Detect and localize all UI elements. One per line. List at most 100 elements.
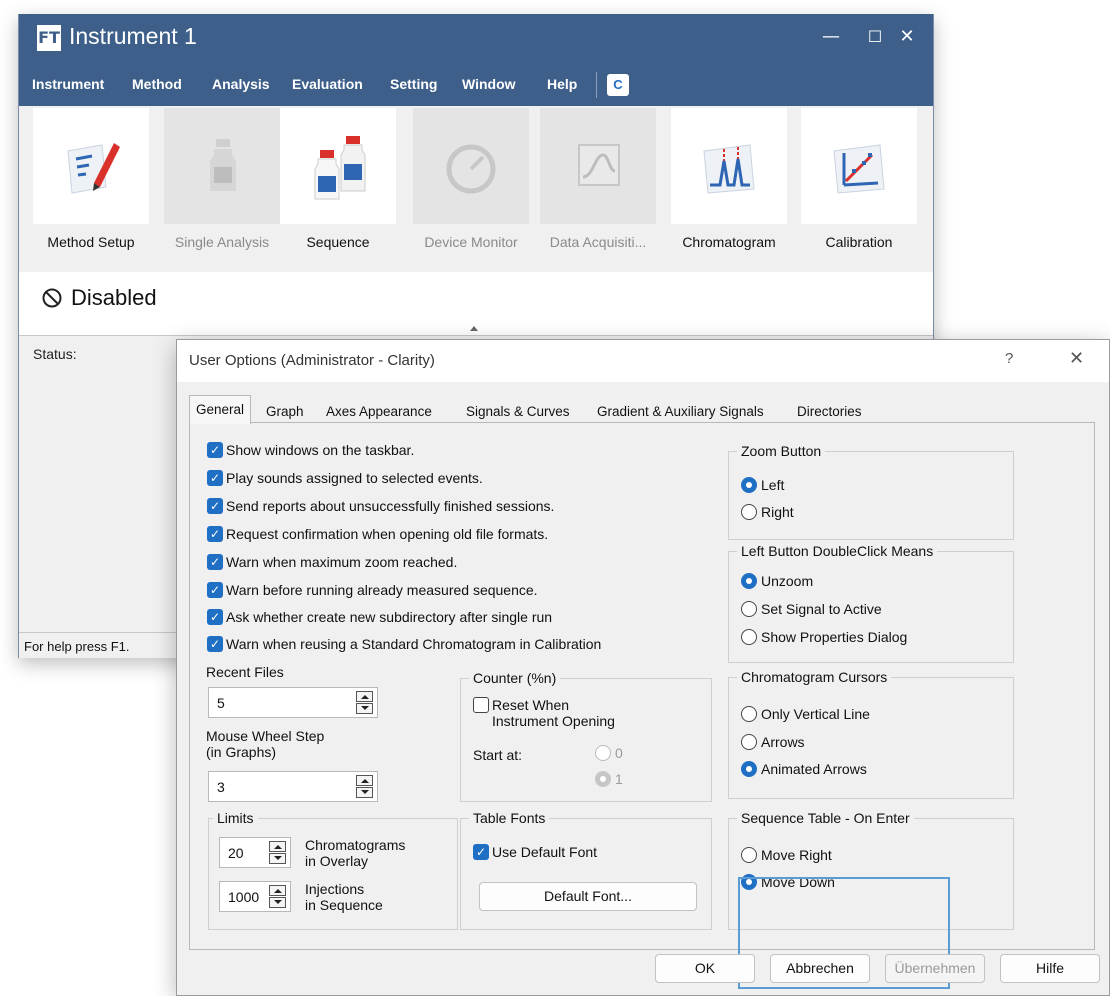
zoom-button-group: Zoom Button Left Right	[728, 443, 1014, 540]
ok-button[interactable]: OK	[655, 954, 755, 983]
stepper-down-icon[interactable]	[269, 897, 286, 908]
show-taskbar-checkbox[interactable]: ✓ Show windows on the taskbar.	[207, 442, 414, 458]
tab-axes-appearance[interactable]: Axes Appearance	[326, 399, 432, 423]
minimize-button[interactable]: —	[809, 22, 853, 52]
single-analysis-button[interactable]: Single Analysis	[164, 108, 280, 268]
data-acquisition-button[interactable]: Data Acquisiti...	[540, 108, 656, 268]
data-acquisition-label: Data Acquisiti...	[549, 234, 647, 250]
stepper-buttons[interactable]	[269, 885, 286, 908]
chromatograms-label: Chromatograms	[305, 837, 406, 853]
start-at-1-radio[interactable]: 1	[595, 771, 623, 787]
status-label: Status:	[33, 346, 77, 362]
stepper-buttons[interactable]	[356, 691, 373, 714]
mouse-wheel-stepper[interactable]: 3	[208, 771, 378, 802]
dialog-help-text-button[interactable]: Hilfe	[1000, 954, 1100, 983]
menu-setting[interactable]: Setting	[390, 76, 437, 92]
tab-signals-curves[interactable]: Signals & Curves	[466, 399, 570, 423]
tab-graph[interactable]: Graph	[266, 399, 304, 423]
cursor-vertical-line-radio[interactable]: Only Vertical Line	[741, 706, 870, 722]
instrument-state-text: Disabled	[71, 285, 157, 310]
radio-selected-icon	[595, 771, 611, 787]
stepper-up-icon[interactable]	[269, 885, 286, 896]
chromatogram-icon	[671, 108, 787, 224]
play-sounds-checkbox[interactable]: ✓ Play sounds assigned to selected events…	[207, 470, 483, 486]
toolbar: Method Setup Single Analysis Sequence De…	[19, 106, 933, 272]
radio-label: Animated Arrows	[761, 761, 867, 777]
checkbox-unchecked-icon	[473, 697, 489, 713]
reset-counter-checkbox[interactable]: Reset When Instrument Opening	[473, 697, 615, 729]
double-click-set-signal-radio[interactable]: Set Signal to Active	[741, 601, 882, 617]
calibration-button[interactable]: Calibration	[801, 108, 917, 268]
checkbox-label: Play sounds assigned to selected events.	[226, 470, 483, 486]
warn-measured-sequence-checkbox[interactable]: ✓ Warn before running already measured se…	[207, 582, 538, 598]
warn-max-zoom-checkbox[interactable]: ✓ Warn when maximum zoom reached.	[207, 554, 457, 570]
checkbox-checked-icon: ✓	[207, 498, 223, 514]
warn-standard-chromatogram-checkbox[interactable]: ✓ Warn when reusing a Standard Chromatogr…	[207, 636, 601, 652]
radio-label: Left	[761, 477, 785, 493]
device-monitor-label: Device Monitor	[424, 234, 518, 250]
instrument-state-bar: Disabled	[19, 272, 933, 324]
chromatogram-button[interactable]: Chromatogram	[671, 108, 787, 268]
stepper-buttons[interactable]	[356, 775, 373, 798]
menu-method[interactable]: Method	[132, 76, 182, 92]
tab-directories[interactable]: Directories	[797, 399, 862, 423]
method-setup-button[interactable]: Method Setup	[33, 108, 149, 268]
double-click-unzoom-radio[interactable]: Unzoom	[741, 573, 813, 589]
stepper-up-icon[interactable]	[356, 691, 373, 702]
dialog-close-button[interactable]: ✕	[1069, 348, 1084, 369]
menu-separator	[596, 72, 597, 98]
double-click-properties-radio[interactable]: Show Properties Dialog	[741, 629, 907, 645]
injections-sequence-value: 1000	[228, 889, 260, 905]
stepper-down-icon[interactable]	[356, 787, 373, 798]
menu-help[interactable]: Help	[547, 76, 577, 92]
stepper-buttons[interactable]	[269, 841, 286, 864]
mouse-wheel-sublabel: (in Graphs)	[206, 744, 277, 760]
sequence-button[interactable]: Sequence	[280, 108, 396, 268]
cursor-animated-arrows-radio[interactable]: Animated Arrows	[741, 761, 867, 777]
injections-sequence-stepper[interactable]: 1000	[219, 881, 291, 912]
cursor-arrows-radio[interactable]: Arrows	[741, 734, 805, 750]
sequence-move-right-radio[interactable]: Move Right	[741, 847, 832, 863]
apply-button[interactable]: Übernehmen	[885, 954, 985, 983]
radio-label: Move Right	[761, 847, 832, 863]
confirm-old-formats-checkbox[interactable]: ✓ Request confirmation when opening old f…	[207, 526, 548, 542]
tab-general[interactable]: General	[189, 395, 252, 424]
zoom-right-radio[interactable]: Right	[741, 504, 794, 520]
menu-window[interactable]: Window	[462, 76, 516, 92]
panel-splitter[interactable]	[19, 324, 933, 336]
chromatograms-overlay-stepper[interactable]: 20	[219, 837, 291, 868]
default-font-button[interactable]: Default Font...	[479, 882, 697, 911]
dialog-help-button[interactable]: ?	[1005, 350, 1013, 367]
tab-gradient-auxiliary[interactable]: Gradient & Auxiliary Signals	[597, 399, 764, 423]
use-default-font-checkbox[interactable]: ✓ Use Default Font	[473, 844, 597, 860]
checkbox-label: Show windows on the taskbar.	[226, 442, 415, 458]
dialog-title-bar[interactable]: User Options (Administrator - Clarity) ?…	[177, 340, 1109, 382]
menu-analysis[interactable]: Analysis	[212, 76, 270, 92]
double-click-title: Left Button DoubleClick Means	[737, 543, 938, 559]
dialog-title: User Options (Administrator - Clarity)	[189, 352, 435, 369]
radio-label: Right	[761, 504, 794, 520]
send-reports-checkbox[interactable]: ✓ Send reports about unsuccessfully finis…	[207, 498, 554, 514]
stepper-down-icon[interactable]	[356, 703, 373, 714]
start-at-label: Start at:	[473, 747, 523, 763]
cancel-button[interactable]: Abbrechen	[770, 954, 870, 983]
close-button[interactable]: ✕	[885, 22, 929, 52]
zoom-left-radio[interactable]: Left	[741, 477, 784, 493]
stepper-up-icon[interactable]	[269, 841, 286, 852]
menu-instrument[interactable]: Instrument	[32, 76, 104, 92]
calibration-label: Calibration	[825, 234, 893, 250]
injections-label: Injections	[305, 881, 365, 897]
ask-subdirectory-checkbox[interactable]: ✓ Ask whether create new subdirectory aft…	[207, 609, 552, 625]
instrument-title-bar[interactable]: FT Instrument 1 — ☐ ✕	[19, 14, 933, 64]
device-monitor-button[interactable]: Device Monitor	[413, 108, 529, 268]
clarity-c-icon[interactable]: C	[607, 74, 629, 96]
stepper-up-icon[interactable]	[356, 775, 373, 786]
start-at-0-radio[interactable]: 0	[595, 745, 623, 761]
prohibited-icon	[42, 288, 62, 308]
stepper-down-icon[interactable]	[269, 853, 286, 864]
menu-evaluation[interactable]: Evaluation	[292, 76, 363, 92]
collapse-arrow-icon[interactable]	[470, 326, 478, 331]
recent-files-stepper[interactable]: 5	[208, 687, 378, 718]
user-options-dialog: User Options (Administrator - Clarity) ?…	[176, 339, 1110, 996]
checkbox-checked-icon: ✓	[207, 470, 223, 486]
